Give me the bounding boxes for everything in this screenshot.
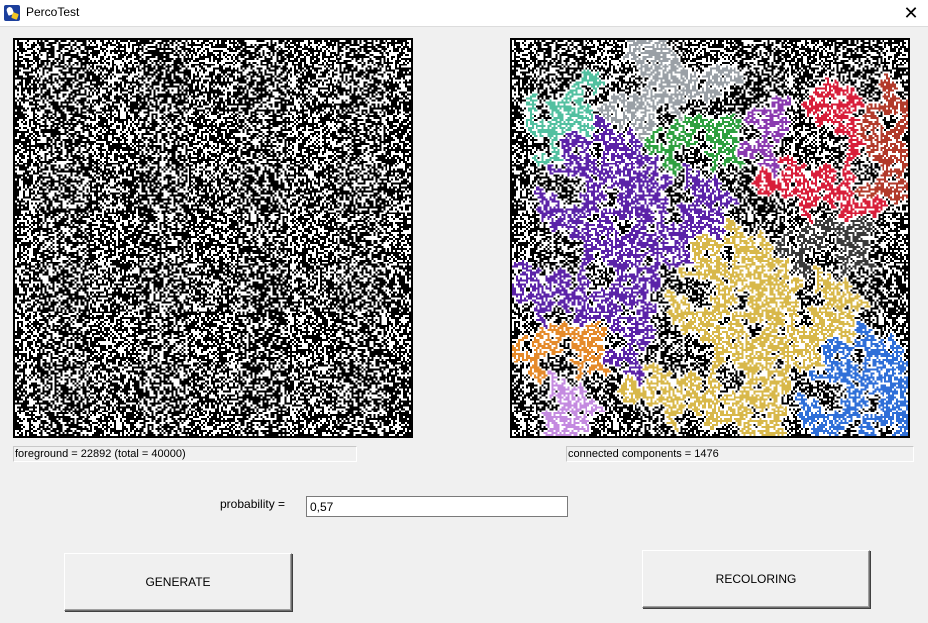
generate-button[interactable]: GENERATE: [64, 553, 292, 611]
components-grid-canvas: [512, 40, 908, 436]
probability-input[interactable]: [306, 496, 568, 517]
components-grid-panel: [510, 38, 910, 438]
recoloring-button[interactable]: RECOLORING: [642, 550, 870, 608]
app-icon: [4, 5, 20, 21]
close-icon[interactable]: ✕: [894, 0, 928, 26]
foreground-status: foreground = 22892 (total = 40000): [13, 446, 357, 462]
probability-label: probability =: [220, 497, 286, 511]
title-bar: PercoTest ✕: [0, 0, 928, 27]
window-title: PercoTest: [26, 5, 80, 19]
random-grid-canvas: [15, 40, 411, 436]
components-status: connected components = 1476: [566, 446, 914, 462]
random-grid-panel: [13, 38, 413, 438]
